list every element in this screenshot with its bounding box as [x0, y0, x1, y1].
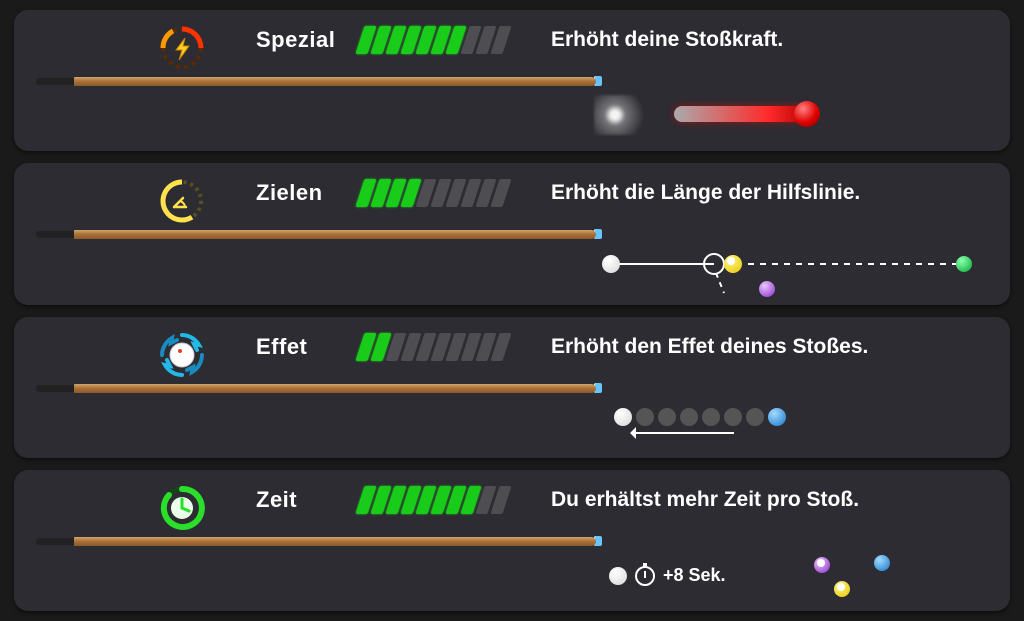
cue-ball-icon: [609, 567, 627, 585]
spin-visual: [594, 398, 990, 448]
stat-card-zeit: Zeit Du erhältst mehr Zeit pro Stoß. +8 …: [14, 470, 1010, 611]
cue-stick: [36, 379, 596, 397]
stat-description: Erhöht den Effet deines Stoßes.: [551, 335, 868, 359]
purple-ball-icon: [814, 557, 830, 573]
stat-card-effet: Effet Erhöht den Effet deines Stoßes.: [14, 317, 1010, 458]
blue-ball-icon: [874, 555, 890, 571]
arrow-left-icon: [634, 432, 734, 434]
stopwatch-icon: [635, 566, 655, 586]
spin-trail: [614, 408, 786, 426]
stat-description: Du erhältst mehr Zeit pro Stoß.: [551, 488, 859, 512]
time-bonus-text: +8 Sek.: [663, 565, 726, 586]
green-ball-icon: [956, 256, 972, 272]
stat-card-zielen: Zielen Erhöht die Länge der Hilfslinie.: [14, 163, 1010, 304]
time-visual: +8 Sek.: [594, 551, 990, 601]
stat-bars-zeit: [360, 486, 507, 514]
cue-stick: [36, 72, 596, 90]
stat-card-spezial: Spezial Erhöht deine Stoßkraft.: [14, 10, 1010, 151]
stat-description: Erhöht deine Stoßkraft.: [551, 28, 783, 52]
yellow-ball-icon: [834, 581, 850, 597]
cue-ball-icon: [602, 255, 620, 273]
stat-bars-spezial: [360, 26, 507, 54]
stat-bars-zielen: [360, 179, 507, 207]
aim-icon: [154, 173, 210, 229]
cue-stick: [36, 532, 596, 550]
power-icon: [154, 20, 210, 76]
power-visual: [594, 91, 990, 141]
yellow-ball-icon: [724, 255, 742, 273]
aim-visual: [594, 245, 990, 295]
stat-description: Erhöht die Länge der Hilfslinie.: [551, 181, 860, 205]
spin-icon: [154, 327, 210, 383]
time-icon: [154, 480, 210, 536]
cue-stick: [36, 225, 596, 243]
stat-bars-effet: [360, 333, 507, 361]
purple-ball-icon: [759, 281, 775, 297]
